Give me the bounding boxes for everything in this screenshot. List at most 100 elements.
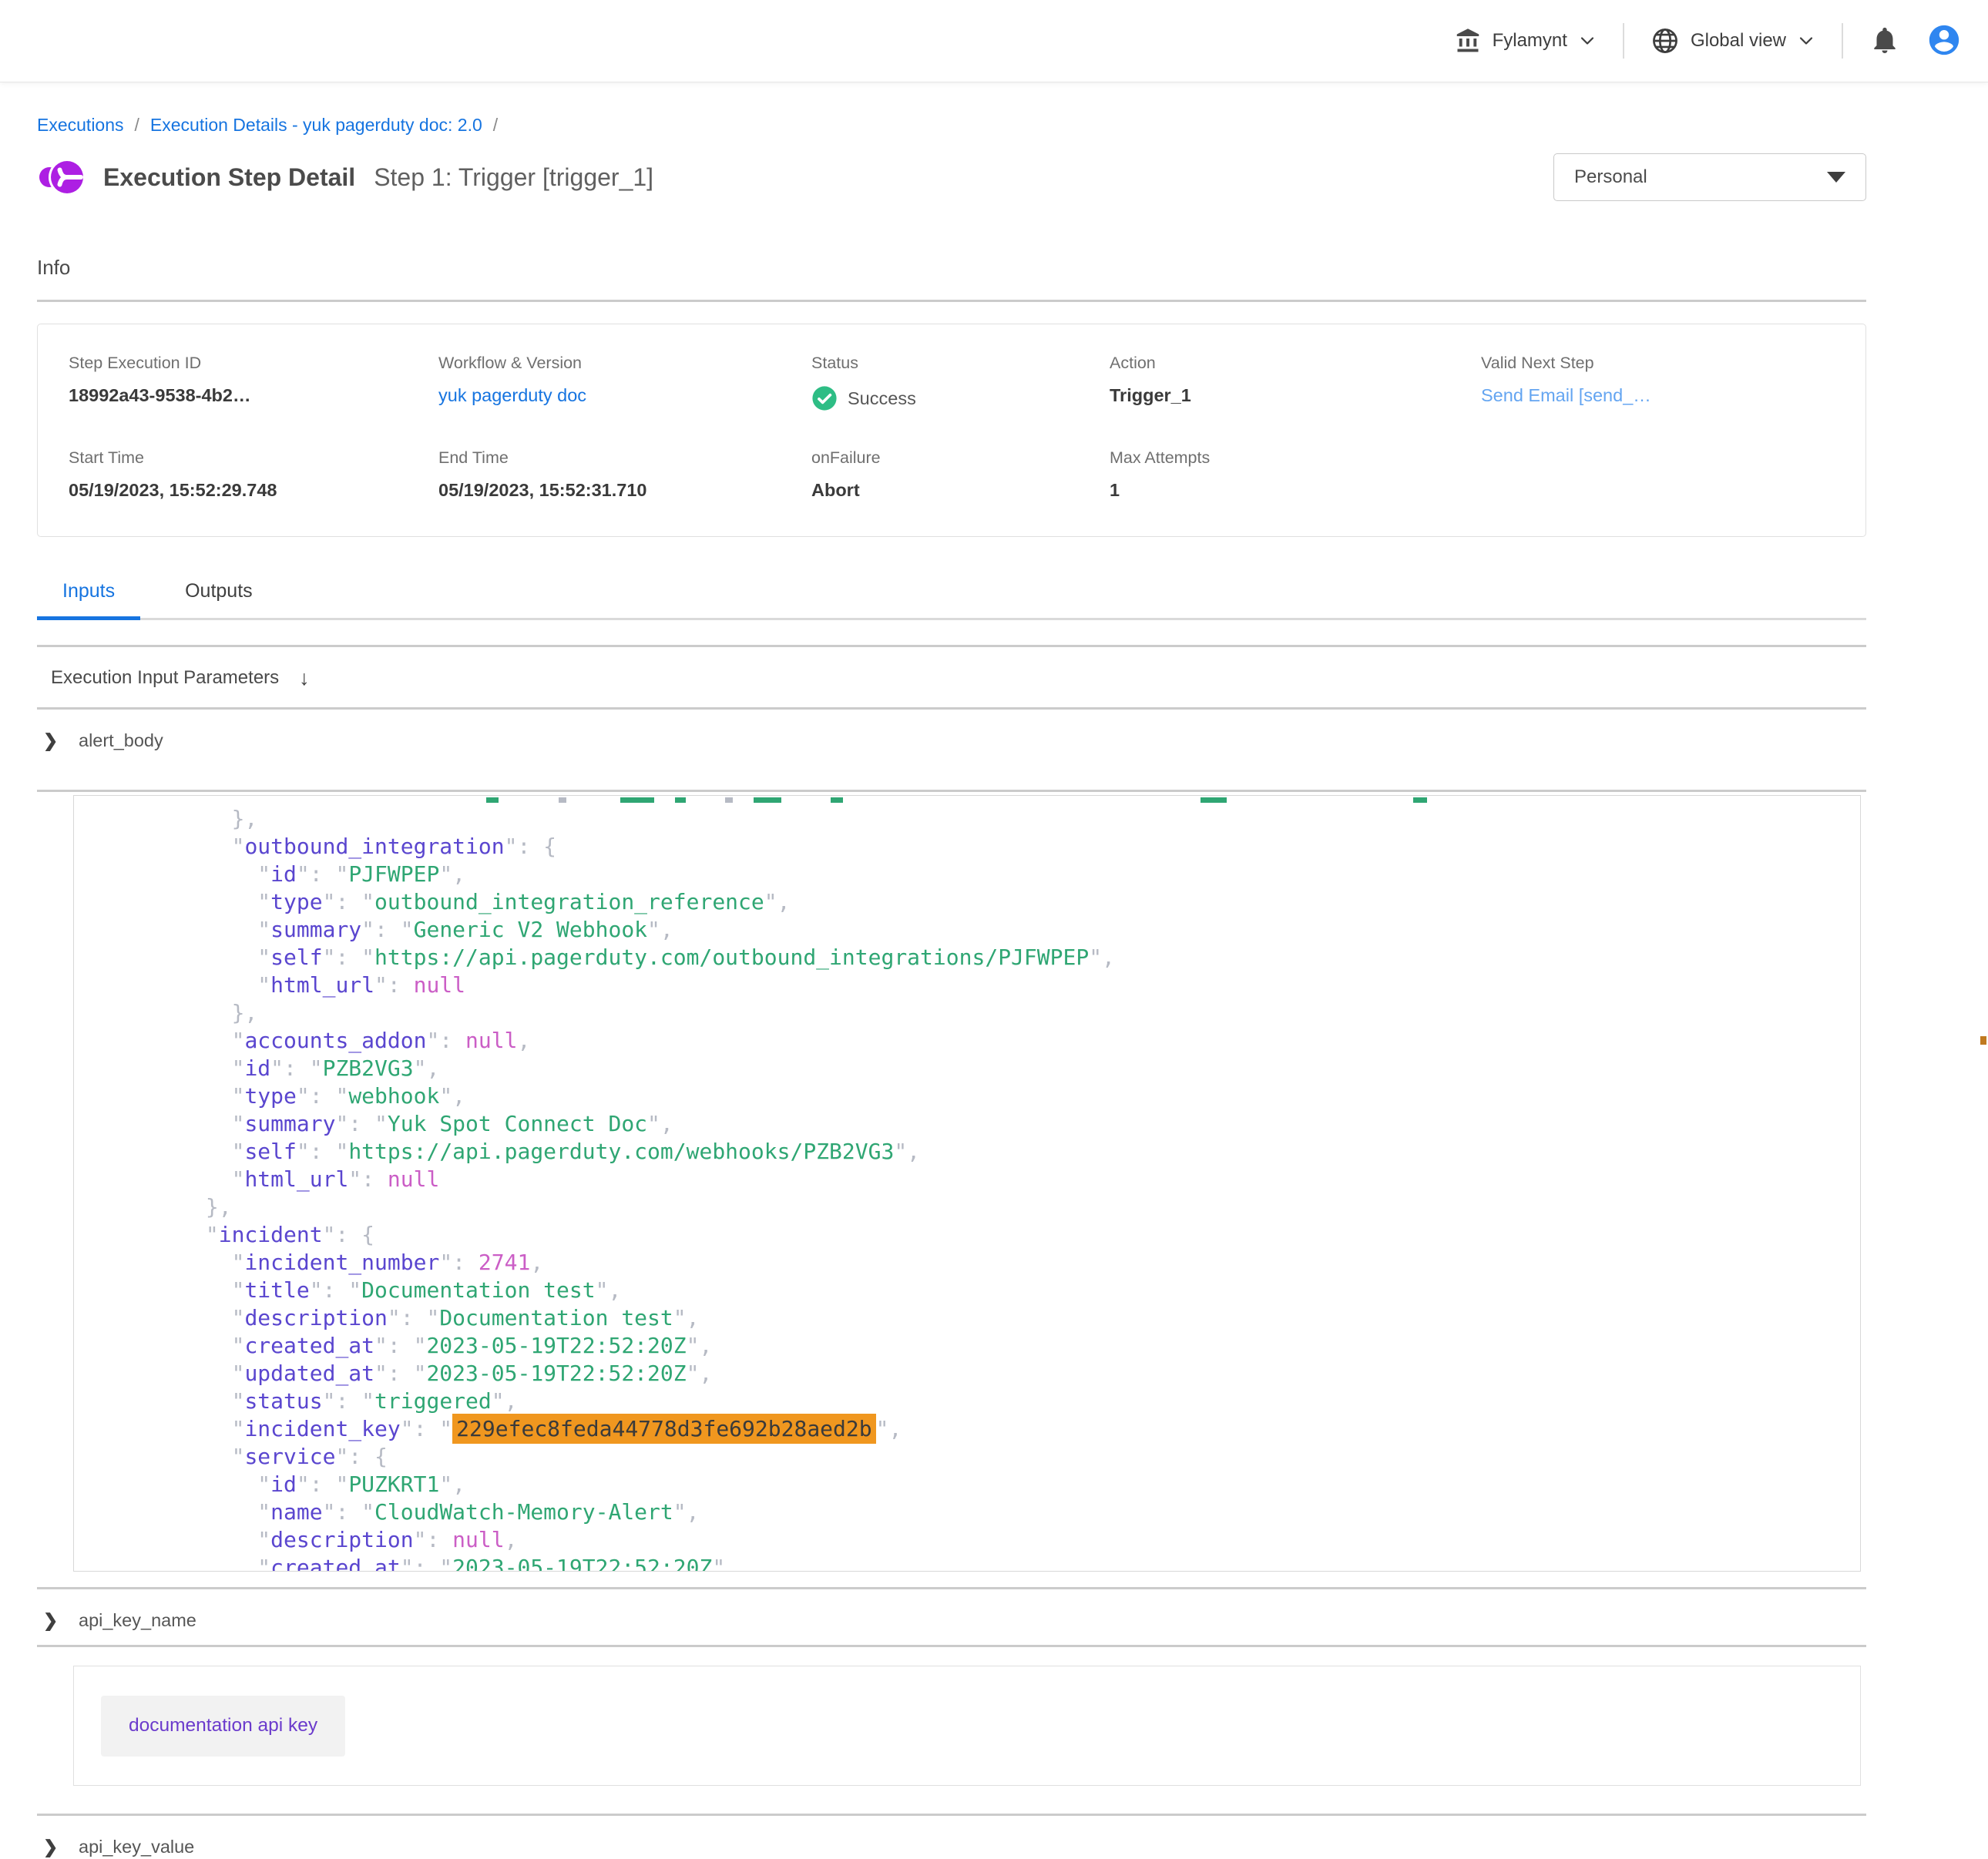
status-text: Success — [848, 388, 916, 409]
breadcrumb: Executions / Execution Details - yuk pager… — [37, 115, 1866, 136]
topbar-divider — [1623, 23, 1624, 59]
param-group-alert-body[interactable]: ❯ alert_body — [37, 728, 1866, 753]
chevron-down-icon — [1797, 32, 1815, 50]
code-line: "summary": "Generic V2 Webhook", — [102, 916, 1860, 944]
api-key-name-value-box: documentation api key — [73, 1666, 1861, 1786]
param-group-api-key-name[interactable]: ❯ api_key_name — [37, 1608, 1866, 1632]
info-field-label: End Time — [438, 448, 811, 468]
info-field-value[interactable]: Send Email [send_… — [1481, 385, 1850, 406]
scrollbar-highlight-mark[interactable] — [1980, 1036, 1986, 1045]
code-line: "self": "https://api.pagerduty.com/webho… — [102, 1138, 1860, 1166]
info-fields: Step Execution ID 18992a43-9538-4b2…Workf… — [38, 324, 1865, 536]
divider — [37, 707, 1866, 710]
code-line: "created_at": "2023-05-19T22:52:20Z" — [102, 1554, 1860, 1572]
execution-input-parameters-header: Execution Input Parameters ↓ — [37, 666, 1866, 690]
code-line: }, — [102, 805, 1860, 833]
breadcrumb-link[interactable]: Executions — [37, 115, 124, 136]
code-line: "incident_number": 2741, — [102, 1249, 1860, 1277]
chevron-right-icon: ❯ — [43, 730, 62, 751]
info-field-value: 18992a43-9538-4b2… — [69, 385, 438, 406]
info-field-label: onFailure — [811, 448, 1110, 468]
info-field-label: Status — [811, 354, 1110, 373]
highlighted-incident-key: 229efec8feda44778d3fe692b28aed2b — [452, 1414, 875, 1444]
code-line: "created_at": "2023-05-19T22:52:20Z", — [102, 1332, 1860, 1360]
info-field-value: Success — [811, 385, 1110, 411]
info-field: Status Success — [811, 354, 1110, 411]
caret-down-icon — [1827, 172, 1845, 183]
info-field: Valid Next Step Send Email [send_… — [1481, 354, 1850, 411]
org-switcher[interactable]: Fylamynt — [1454, 27, 1597, 55]
code-line: "id": "PZB2VG3", — [102, 1055, 1860, 1082]
info-field: ActionTrigger_1 — [1110, 354, 1481, 411]
tab-inputs[interactable]: Inputs — [37, 580, 140, 620]
chevron-right-icon: ❯ — [43, 1610, 62, 1631]
code-line: "id": "PUZKRT1", — [102, 1471, 1860, 1498]
info-field-value: 05/19/2023, 15:52:31.710 — [438, 480, 811, 501]
code-line: }, — [102, 1193, 1860, 1221]
divider — [37, 1814, 1866, 1816]
code-line: "accounts_addon": null, — [102, 1027, 1860, 1055]
breadcrumb-separator: / — [493, 115, 498, 136]
info-field-label: Start Time — [69, 448, 438, 468]
download-arrow-icon[interactable]: ↓ — [299, 666, 310, 690]
code-line: "incident": { — [102, 1221, 1860, 1249]
code-line: "summary": "Yuk Spot Connect Doc", — [102, 1110, 1860, 1138]
view-label: Global view — [1691, 30, 1786, 52]
code-line: "title": "Documentation test", — [102, 1277, 1860, 1304]
account-circle-icon — [1926, 22, 1962, 60]
tab-outputs[interactable]: Outputs — [160, 580, 278, 620]
scope-select[interactable]: Personal — [1553, 153, 1866, 201]
info-field-label: Step Execution ID — [69, 354, 438, 373]
code-line: "type": "outbound_integration_reference"… — [102, 888, 1860, 916]
param-group-label: alert_body — [79, 730, 163, 751]
page-title: Execution Step Detail — [103, 163, 355, 192]
info-field-value: Abort — [811, 480, 1110, 501]
divider — [37, 645, 1866, 647]
divider — [37, 300, 1866, 302]
user-avatar[interactable] — [1926, 22, 1962, 60]
breadcrumb-link[interactable]: Execution Details - yuk pagerduty doc: 2… — [150, 115, 482, 136]
main-content: Executions / Execution Details - yuk pager… — [0, 115, 1988, 1859]
info-field: onFailure Abort — [811, 448, 1110, 501]
param-group-api-key-value[interactable]: ❯ api_key_value — [37, 1834, 1866, 1859]
code-line: "service": { — [102, 1443, 1860, 1471]
param-group-label: api_key_value — [79, 1837, 194, 1857]
code-line: "html_url": null — [102, 1166, 1860, 1193]
code-line: }, — [102, 999, 1860, 1027]
page-subtitle: Step 1: Trigger [trigger_1] — [374, 163, 653, 192]
success-icon — [811, 385, 838, 411]
notifications-button[interactable] — [1869, 25, 1900, 58]
execution-input-parameters-title: Execution Input Parameters — [51, 667, 279, 689]
tab-bar: Inputs Outputs — [37, 580, 1866, 620]
view-switcher[interactable]: Global view — [1651, 26, 1815, 55]
code-line: "html_url": null — [102, 971, 1860, 999]
clipped-code-line — [102, 796, 1860, 805]
topbar-divider — [1842, 23, 1843, 59]
code-line: "incident_key": "229efec8feda44778d3fe69… — [102, 1415, 1860, 1443]
divider — [37, 1587, 1866, 1589]
divider — [37, 1645, 1866, 1647]
info-field-label: Action — [1110, 354, 1481, 373]
info-field-value: 05/19/2023, 15:52:29.748 — [69, 480, 438, 501]
alert-body-json-viewer[interactable]: }, "outbound_integration": { "id": "PJFW… — [73, 795, 1861, 1572]
param-group-label: api_key_name — [79, 1610, 196, 1631]
info-field: Step Execution ID 18992a43-9538-4b2… — [69, 354, 438, 411]
info-field: Max Attempts1 — [1110, 448, 1481, 501]
chevron-right-icon: ❯ — [43, 1837, 62, 1857]
code-line: "type": "webhook", — [102, 1082, 1860, 1110]
info-field: Workflow & Versionyuk pagerduty doc — [438, 354, 811, 411]
info-field-label: Valid Next Step — [1481, 354, 1850, 373]
code-line: "description": null, — [102, 1526, 1860, 1554]
code-line: "id": "PJFWPEP", — [102, 861, 1860, 888]
info-field-value[interactable]: yuk pagerduty doc — [438, 385, 811, 406]
api-key-name-chip[interactable]: documentation api key — [101, 1696, 345, 1757]
workflow-branch-icon — [37, 153, 86, 202]
info-field-label: Max Attempts — [1110, 448, 1481, 468]
chevron-down-icon — [1578, 32, 1597, 50]
bank-icon — [1454, 27, 1482, 55]
info-heading: Info — [37, 256, 1866, 280]
code-line: "status": "triggered", — [102, 1388, 1860, 1415]
code-line: "name": "CloudWatch-Memory-Alert", — [102, 1498, 1860, 1526]
info-field: Start Time 05/19/2023, 15:52:29.748 — [69, 448, 438, 501]
code-line: "updated_at": "2023-05-19T22:52:20Z", — [102, 1360, 1860, 1388]
